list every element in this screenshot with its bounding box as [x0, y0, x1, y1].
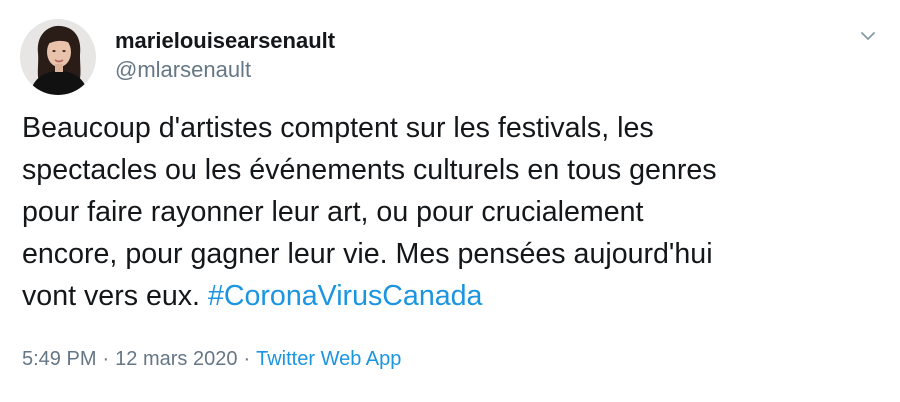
- source-link[interactable]: Twitter Web App: [256, 348, 401, 370]
- tweet-text-fragment: vont vers eux.: [22, 280, 208, 312]
- tweet-text-line: spectacles ou les événements culturels e…: [22, 154, 717, 186]
- tweet-text-line: Beaucoup d'artistes comptent sur les fes…: [22, 112, 654, 144]
- tweet-text-line: encore, pour gagner leur vie. Mes pensée…: [22, 238, 713, 270]
- chevron-down-icon: [861, 32, 875, 40]
- display-name[interactable]: marielouisearsenault: [115, 28, 335, 54]
- user-handle[interactable]: @mlarsenault: [115, 57, 251, 83]
- tweet-metadata: 5:49 PM · 12 mars 2020 · Twitter Web App: [22, 348, 401, 371]
- tweet-text-line: pour faire rayonner leur art, ou pour cr…: [22, 196, 644, 228]
- tweet-text: Beaucoup d'artistes comptent sur les fes…: [22, 107, 882, 317]
- avatar[interactable]: [20, 19, 96, 95]
- separator: ·: [243, 348, 251, 370]
- tweet-card: marielouisearsenault @mlarsenault Beauco…: [0, 0, 900, 402]
- hashtag-link[interactable]: #CoronaVirusCanada: [208, 280, 482, 312]
- tweet-menu-button[interactable]: [856, 24, 880, 48]
- tweet-text-line-last: vont vers eux. #CoronaVirusCanada: [22, 275, 882, 317]
- separator: ·: [102, 348, 110, 370]
- tweet-date[interactable]: 12 mars 2020: [115, 348, 237, 370]
- tweet-time[interactable]: 5:49 PM: [22, 348, 96, 370]
- profile-photo-icon: [20, 19, 96, 95]
